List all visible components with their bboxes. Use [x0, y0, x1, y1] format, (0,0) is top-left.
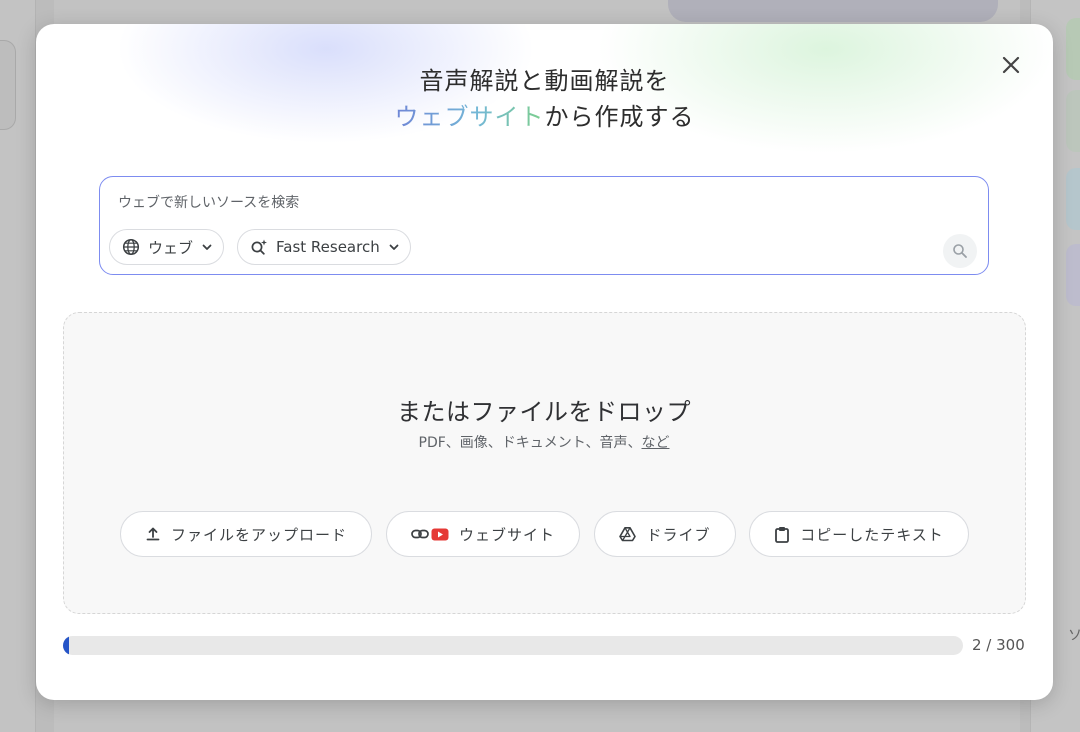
dialog-title-rest: から作成する	[544, 103, 695, 131]
web-search-input[interactable]	[118, 193, 818, 213]
more-types-link[interactable]: など	[642, 435, 670, 451]
upload-icon	[146, 527, 160, 541]
background-right-card	[1066, 90, 1080, 152]
link-icon	[411, 529, 429, 539]
background-right-text: ソ	[1068, 628, 1080, 644]
source-type-label: ウェブ	[148, 238, 194, 257]
background-right-card	[1066, 18, 1080, 80]
background-right-card	[1066, 244, 1080, 306]
file-drop-zone[interactable]: またはファイルをドロップ PDF、画像、ドキュメント、音声、など ファイルをアッ…	[63, 312, 1026, 614]
search-submit-button[interactable]	[943, 234, 977, 268]
drop-zone-title: またはファイルをドロップ	[397, 398, 691, 426]
research-mode-label: Fast Research	[276, 238, 380, 256]
drive-icon	[619, 527, 637, 542]
website-source-button[interactable]: ウェブサイト	[386, 511, 580, 557]
dialog-title-line2: ウェブサイトから作成する	[36, 97, 1053, 132]
chevron-down-icon	[389, 244, 399, 250]
background-left-chip	[0, 40, 16, 130]
drop-zone-subtitle: PDF、画像、ドキュメント、音声、など	[64, 432, 1024, 452]
supported-types-text: PDF、画像、ドキュメント、音声、	[418, 435, 642, 451]
upload-file-button[interactable]: ファイルをアップロード	[120, 511, 372, 557]
search-icon	[953, 244, 967, 258]
background-top-pill	[668, 0, 998, 22]
drive-source-label: ドライブ	[646, 525, 711, 544]
drive-source-button[interactable]: ドライブ	[594, 511, 736, 557]
upload-file-label: ファイルをアップロード	[170, 525, 347, 544]
copied-text-button[interactable]: コピーしたテキスト	[749, 511, 969, 557]
web-search-box: ウェブ Fast Research	[99, 176, 989, 275]
add-source-dialog: 音声解説と動画解説を ウェブサイトから作成する ウェブ Fast Researc…	[36, 24, 1053, 700]
research-mode-dropdown[interactable]: Fast Research	[237, 229, 411, 265]
source-limit-progress-fill	[63, 636, 69, 655]
background-right-card	[1066, 168, 1080, 230]
youtube-icon	[431, 528, 449, 540]
copied-text-label: コピーしたテキスト	[800, 525, 944, 544]
website-source-label: ウェブサイト	[458, 525, 555, 544]
globe-icon	[122, 238, 140, 256]
dialog-title-line1: 音声解説と動画解説を	[419, 67, 670, 95]
clipboard-icon	[775, 526, 790, 543]
dialog-title-accent: ウェブサイト	[394, 103, 545, 131]
source-type-dropdown[interactable]: ウェブ	[109, 229, 225, 265]
search-sparkle-icon	[251, 239, 267, 255]
source-limit-progress	[63, 636, 963, 655]
chevron-down-icon	[202, 244, 212, 250]
link-youtube-icon	[411, 528, 449, 541]
source-count-label: 2 / 300	[972, 636, 1025, 654]
